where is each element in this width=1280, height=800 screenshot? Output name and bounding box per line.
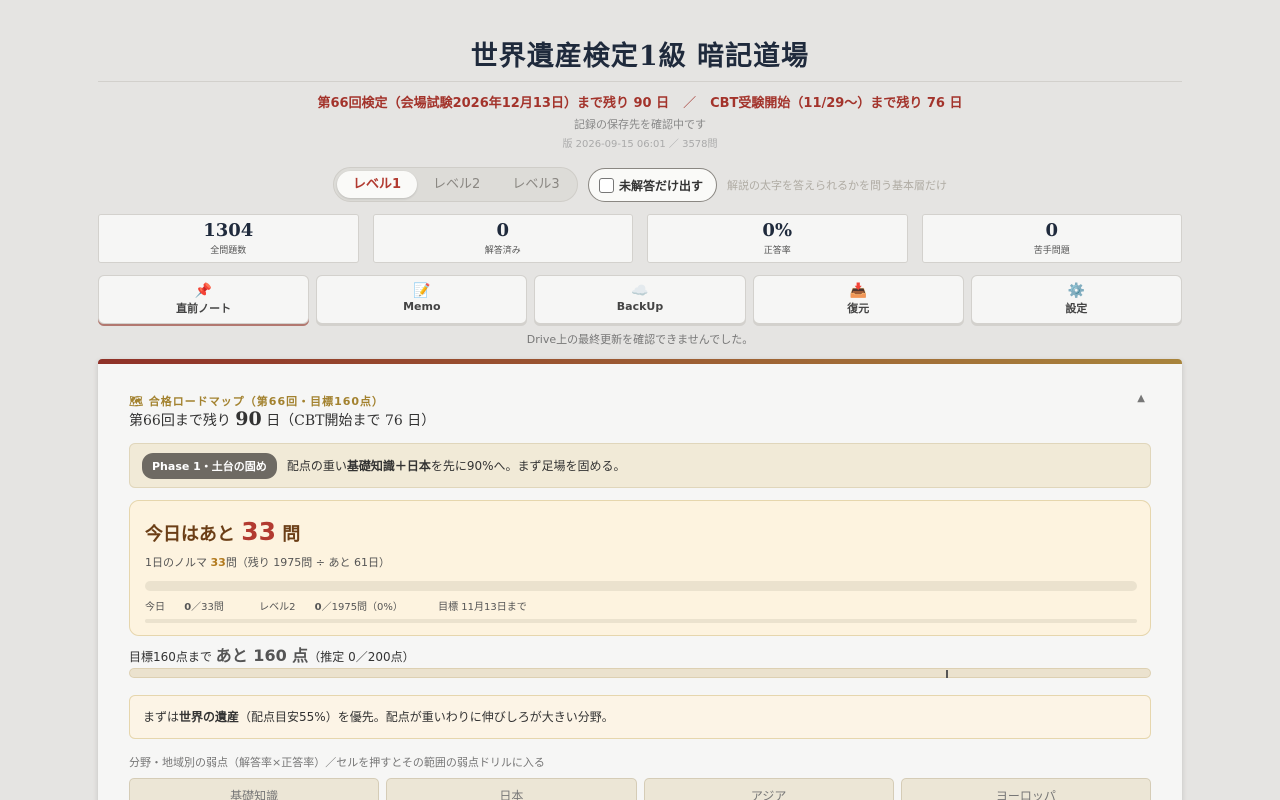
gear-icon: ⚙️ (1067, 283, 1086, 299)
pin-icon: 📌 (194, 283, 213, 299)
last-minute-notes-button[interactable]: 📌 直前ノート (98, 275, 310, 324)
drive-status-note: Drive上の最終更新を確認できませんでした。 (526, 333, 754, 346)
stat-label: 苦手問題 (1033, 246, 1070, 256)
stat-weak-questions: 0 苦手問題 (921, 214, 1182, 263)
weak-cell-asia[interactable]: アジア (643, 778, 894, 800)
unanswered-label: 未解答だけ出す (619, 178, 704, 193)
level-tabs: レベル1 レベル2 レベル3 (333, 167, 578, 202)
today-remaining: 今日はあと 33 問 (145, 517, 301, 546)
action-buttons: 📌 直前ノート 📝 Memo ☁️ BackUp 📥 復元 ⚙️ 設定 (98, 275, 1183, 324)
weakness-note: 分野・地域別の弱点（解答率×正答率）／セルを押すとその範囲の弱点ドリルに入る (129, 756, 545, 769)
unanswered-checkbox[interactable] (599, 177, 614, 193)
today-count: 33 (241, 517, 277, 546)
phase-banner: Phase 1・土台の固め 配点の重い基礎知識＋日本を先に90%へ。まず足場を固… (129, 443, 1151, 488)
today-quota-card: 今日はあと 33 問 1日のノルマ 33問（残り 1975問 ÷ あと 61日）… (129, 500, 1151, 636)
stat-value: 0 (496, 220, 510, 241)
stat-label: 正答率 (763, 246, 791, 256)
settings-button[interactable]: ⚙️ 設定 (970, 275, 1183, 324)
today-progress-bar (145, 581, 1137, 591)
remain-prefix: 第66回まで残り (129, 413, 231, 429)
weak-cell-basics[interactable]: 基礎知識 (129, 778, 380, 800)
unanswered-only-toggle[interactable]: 未解答だけ出す (588, 168, 717, 202)
score-progress-bar (129, 668, 1151, 678)
target-score-line: 目標160点まで あと 160 点（推定 0／200点） (129, 646, 415, 665)
stat-answered: 0 解答済み (372, 214, 633, 263)
stat-value: 1304 (203, 220, 254, 241)
panel-accent-bar (98, 359, 1182, 364)
memo-icon: 📝 (413, 283, 431, 299)
remain-days: 90 (235, 408, 262, 430)
countdown-cbt: CBT受験開始（11/29〜）まで残り 76 日 (710, 96, 963, 111)
title-divider (98, 81, 1182, 82)
tab-level-3[interactable]: レベル3 (496, 171, 575, 198)
tab-level-1[interactable]: レベル1 (337, 171, 418, 198)
action-label: BackUp (616, 300, 664, 313)
version-info: 版 2026-09-15 06:01 ／ 3578問 (562, 139, 718, 150)
priority-advice: まずは世界の遺産（配点目安55%）を優先。配点が重いわりに伸びしろが大きい分野。 (129, 695, 1151, 739)
action-label: 直前ノート (176, 302, 232, 315)
restore-button[interactable]: 📥 復元 (752, 275, 964, 324)
today-progress-text: 今日 0／33問 (145, 602, 224, 613)
days-remaining: 第66回まで残り 90 日（CBT開始まで 76 日） (129, 408, 435, 430)
stat-label: 全問題数 (210, 246, 247, 256)
save-status: 記録の保存先を確認中です (574, 118, 706, 131)
action-label: 復元 (847, 302, 870, 315)
stats-row: 1304 全問題数 0 解答済み 0% 正答率 0 苦手問題 (98, 214, 1182, 263)
level-hint: 解説の太字を答えられるかを問う基本層だけ (727, 179, 947, 192)
remain-suffix: 日（CBT開始まで 76 日） (266, 413, 436, 429)
level2-progress-text: レベル2 0／1975問（0%） (259, 602, 403, 613)
stat-value: 0 (1045, 220, 1059, 241)
weak-cell-europe[interactable]: ヨーロッパ (900, 778, 1151, 800)
exam-countdown: 第66回検定（会場試験2026年12月13日）まで残り 90 日 ／ CBT受験開始… (0, 92, 1280, 111)
roadmap-title: 🗺 合格ロードマップ（第66回・目標160点） (129, 395, 385, 408)
weakness-grid: 基礎知識 日本 アジア ヨーロッパ (129, 778, 1151, 800)
level2-progress-bar (145, 619, 1137, 623)
daily-quota: 1日のノルマ 33問（残り 1975問 ÷ あと 61日） (145, 556, 391, 569)
tab-level-2[interactable]: レベル2 (417, 171, 496, 198)
stat-accuracy: 0% 正答率 (647, 214, 908, 263)
backup-button[interactable]: ☁️ BackUp (534, 275, 746, 324)
collapse-icon[interactable]: ▲ (1137, 393, 1145, 404)
action-label: Memo (403, 300, 441, 313)
memo-button[interactable]: 📝 Memo (316, 275, 528, 324)
page-title: 世界遺産検定1級 暗記道場 (470, 41, 810, 72)
stat-label: 解答済み (484, 246, 521, 256)
points-remaining: あと 160 点 (215, 646, 309, 665)
phase-badge: Phase 1・土台の固め (142, 452, 277, 479)
stat-value: 0% (762, 220, 793, 241)
countdown-separator: ／ (683, 96, 697, 111)
inbox-icon: 📥 (849, 283, 867, 299)
cloud-icon: ☁️ (631, 283, 649, 299)
countdown-main: 第66回検定（会場試験2026年12月13日）まで残り 90 日 (317, 96, 670, 111)
weak-cell-japan[interactable]: 日本 (386, 778, 637, 800)
stat-total-questions: 1304 全問題数 (98, 214, 359, 263)
goal-date: 目標 11月13日まで (438, 602, 527, 613)
phase-text: 配点の重い基礎知識＋日本を先に90%へ。まず足場を固める。 (286, 459, 626, 473)
progress-summary: 今日 0／33問 レベル2 0／1975問（0%） 目標 11月13日まで (145, 598, 543, 613)
roadmap-panel: 🗺 合格ロードマップ（第66回・目標160点） ▲ 第66回まで残り 90 日（… (98, 359, 1182, 800)
target-score-marker (946, 670, 948, 678)
action-label: 設定 (1065, 302, 1088, 315)
